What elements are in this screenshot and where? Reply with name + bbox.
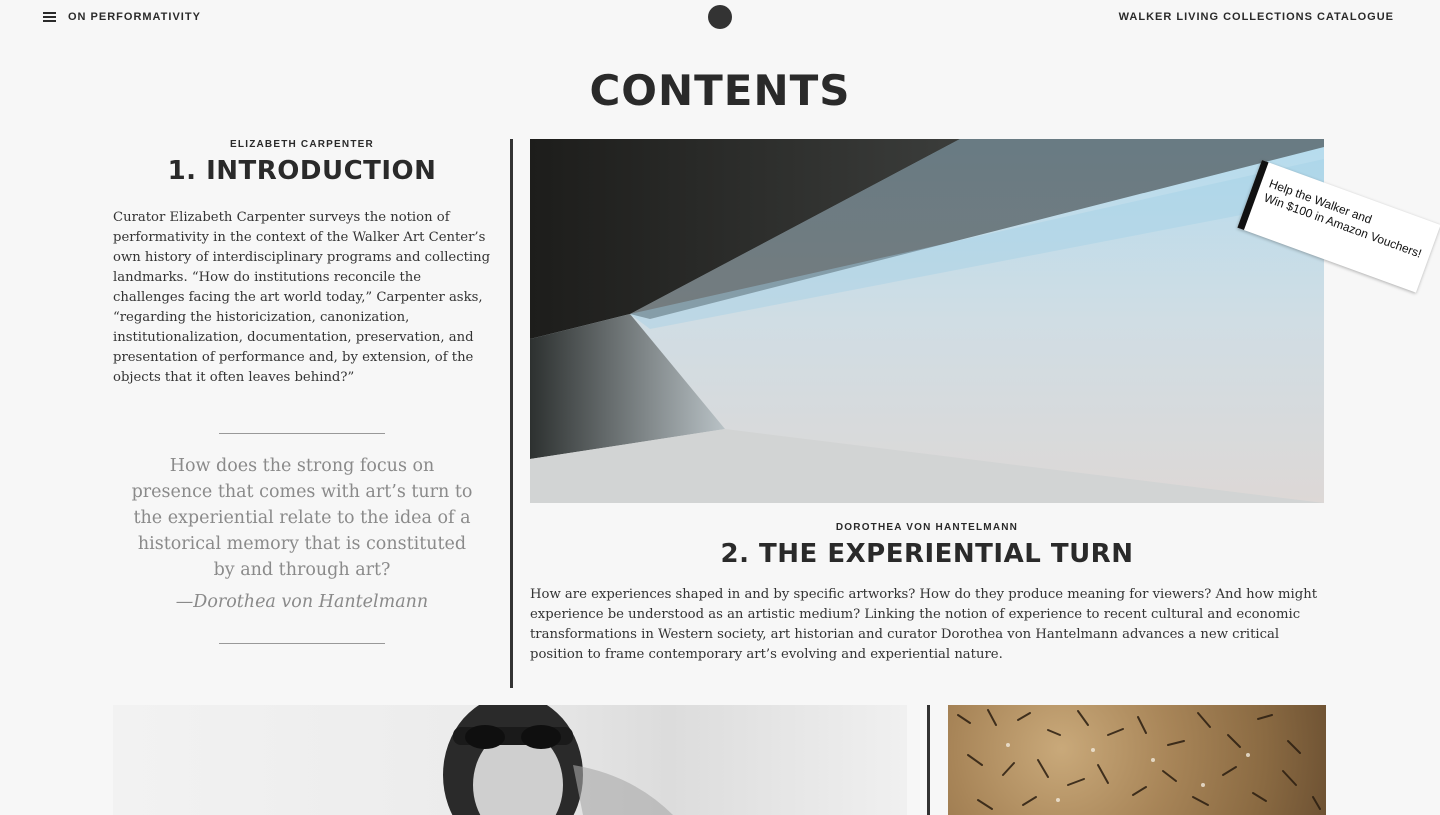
menu-label: ON PERFORMATIVITY xyxy=(68,11,201,23)
essay-summary: Curator Elizabeth Carpenter surveys the … xyxy=(113,210,491,385)
essay-intro: ELIZABETH CARPENTER 1. INTRODUCTION Cura… xyxy=(113,139,491,644)
essay-author: ELIZABETH CARPENTER xyxy=(230,139,374,150)
hamburger-icon xyxy=(43,12,56,22)
essay-author: DOROTHEA VON HANTELMANN xyxy=(835,522,1019,533)
circle-logo-icon[interactable] xyxy=(708,5,732,29)
textured-artwork-photo xyxy=(957,709,1321,810)
essay-title-link[interactable]: 2. THE EXPERIENTIAL TURN xyxy=(530,539,1324,569)
column-divider xyxy=(510,139,513,688)
quote-rule-bottom xyxy=(219,643,385,644)
column-divider xyxy=(927,705,930,815)
pull-quote-text: How does the strong focus on presence th… xyxy=(131,456,473,580)
pull-quote: How does the strong focus on presence th… xyxy=(131,453,473,615)
pull-quote-attribution: —Dorothea von Hantelmann xyxy=(175,592,429,612)
portrait-photo xyxy=(443,705,673,815)
essay-4-image[interactable] xyxy=(948,705,1326,815)
page-title: CONTENTS xyxy=(589,66,851,115)
essay-summary: How are experiences shaped in and by spe… xyxy=(530,587,1318,662)
essay-3-image[interactable] xyxy=(113,705,907,815)
essay-experiential: DOROTHEA VON HANTELMANN 2. THE EXPERIENT… xyxy=(530,522,1324,665)
gallery-interior-image xyxy=(530,139,1324,503)
catalogue-link[interactable]: WALKER LIVING COLLECTIONS CATALOGUE xyxy=(1119,11,1394,23)
essay-2-image[interactable] xyxy=(530,139,1324,503)
top-bar: ON PERFORMATIVITY WALKER LIVING COLLECTI… xyxy=(0,0,1440,36)
menu-button[interactable]: ON PERFORMATIVITY xyxy=(43,11,201,23)
essay-title-link[interactable]: 1. INTRODUCTION xyxy=(113,156,491,186)
quote-rule-top xyxy=(219,433,385,434)
